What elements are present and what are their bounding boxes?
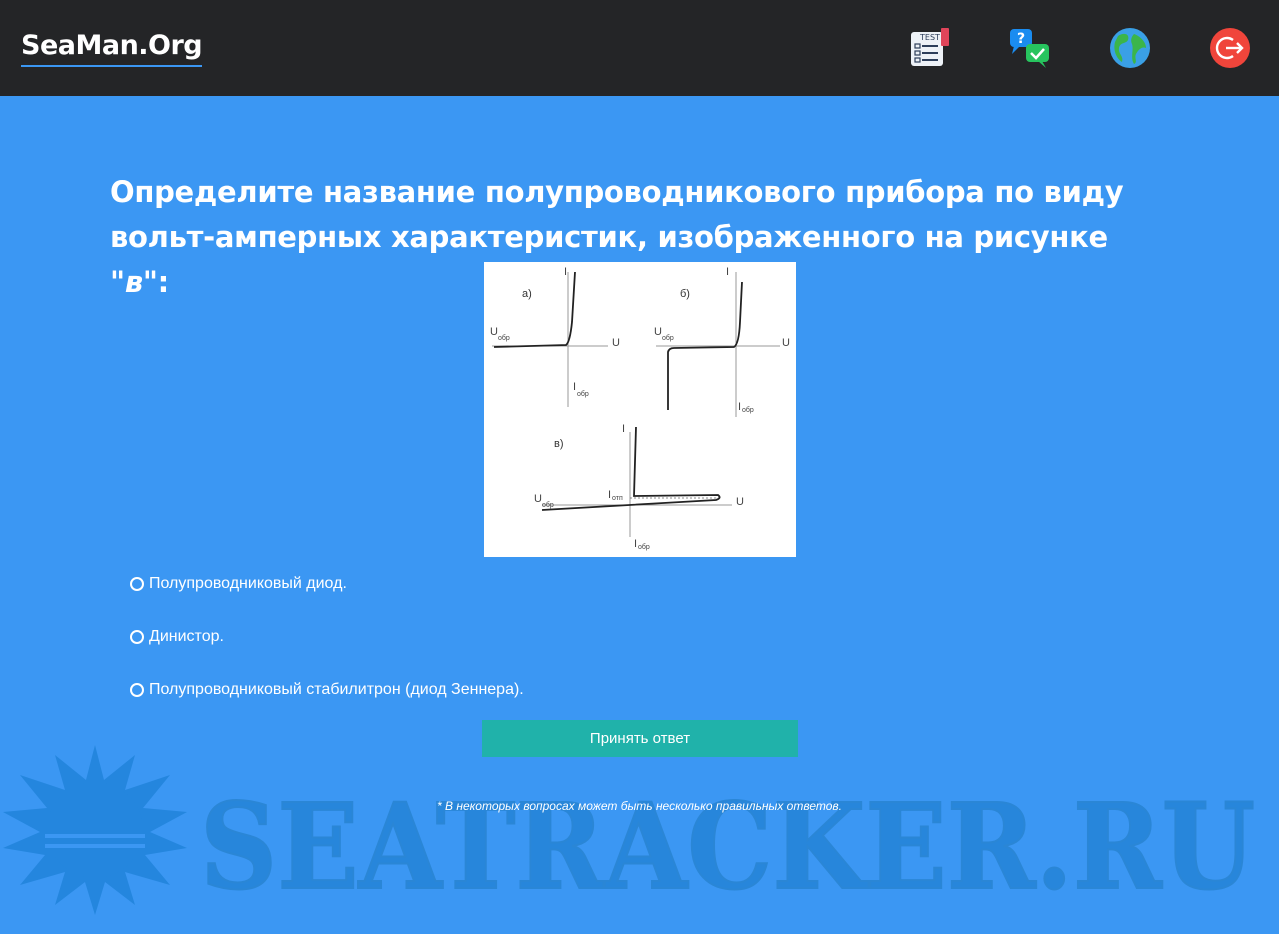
vac-figure: а) I U U обр I обр б) I U U обр I обр в) — [484, 262, 796, 557]
svg-text:I: I — [608, 489, 611, 501]
svg-text:обр: обр — [638, 543, 650, 551]
graph-a: а) I U U обр I обр — [490, 266, 620, 407]
sun-icon — [3, 745, 187, 915]
answer-option-3[interactable]: Полупроводниковый стабилитрон (диод Зенн… — [130, 681, 524, 699]
brand-logo[interactable]: SeaMan.Org — [21, 30, 203, 67]
answer-label: Полупроводниковый стабилитрон (диод Зенн… — [149, 681, 524, 698]
svg-text:I: I — [564, 266, 567, 278]
svg-text:I: I — [726, 266, 729, 278]
svg-text:U: U — [534, 493, 542, 505]
svg-text:?: ? — [1017, 31, 1025, 47]
submit-answer-button[interactable]: Принять ответ — [482, 720, 798, 757]
svg-text:а): а) — [522, 288, 532, 300]
test-icon[interactable]: TEST — [910, 28, 950, 68]
svg-text:отп: отп — [612, 495, 623, 502]
footnote: * В некоторых вопросах может быть нескол… — [437, 799, 842, 813]
radio-button[interactable] — [130, 683, 144, 697]
svg-text:I: I — [573, 381, 576, 393]
answer-label: Полупроводниковый диод. — [149, 575, 347, 592]
svg-text:обр: обр — [662, 334, 674, 342]
svg-text:I: I — [622, 423, 625, 435]
radio-button[interactable] — [130, 630, 144, 644]
svg-text:U: U — [654, 326, 662, 338]
svg-text:в): в) — [554, 438, 564, 450]
graph-b: б) I U U обр I обр — [654, 266, 790, 417]
watermark: SEATRACKER.RU — [3, 745, 1256, 917]
svg-text:I: I — [634, 538, 637, 550]
svg-text:обр: обр — [577, 390, 589, 398]
radio-button[interactable] — [130, 577, 144, 591]
answer-option-2[interactable]: Динистор. — [130, 628, 224, 646]
logout-icon[interactable] — [1210, 28, 1250, 68]
questions-chat-icon[interactable]: ? — [1010, 28, 1050, 68]
svg-text:SEATRACKER.RU: SEATRACKER.RU — [200, 777, 1255, 916]
question-highlight: в — [124, 265, 143, 299]
svg-text:I: I — [738, 401, 741, 413]
svg-text:TEST: TEST — [919, 33, 940, 42]
answer-option-1[interactable]: Полупроводниковый диод. — [130, 575, 347, 593]
graph-v: в) I U U обр I отп I обр — [534, 423, 744, 551]
svg-text:U: U — [490, 326, 498, 338]
svg-text:U: U — [612, 337, 620, 349]
svg-text:U: U — [736, 496, 744, 508]
svg-text:обр: обр — [742, 406, 754, 414]
svg-text:обр: обр — [498, 334, 510, 342]
svg-text:U: U — [782, 337, 790, 349]
answer-label: Динистор. — [149, 628, 224, 645]
svg-text:обр: обр — [542, 501, 554, 509]
svg-text:б): б) — [680, 288, 690, 300]
globe-icon[interactable] — [1110, 28, 1150, 68]
top-navbar: SeaMan.Org TEST ? — [0, 0, 1279, 96]
